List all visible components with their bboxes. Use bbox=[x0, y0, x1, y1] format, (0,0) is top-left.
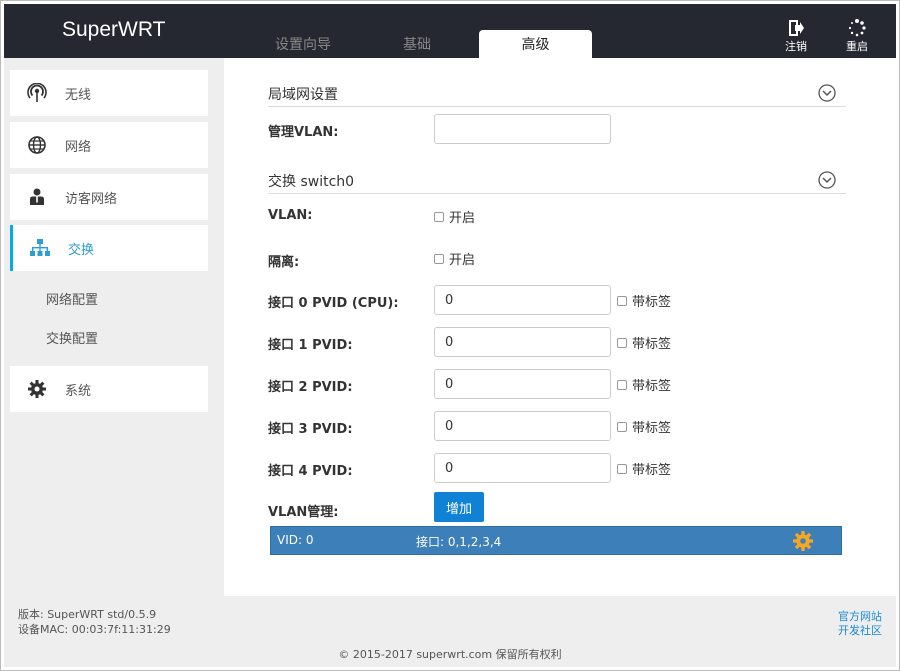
dev-community-link[interactable]: 开发社区 bbox=[838, 622, 882, 638]
divider bbox=[268, 193, 846, 194]
sidebar-item-system[interactable]: 系统 bbox=[10, 366, 208, 412]
checkbox-box[interactable] bbox=[617, 421, 627, 432]
vlan-ports: 接口: 0,1,2,3,4 bbox=[416, 535, 502, 549]
port-2-tagged-checkbox[interactable]: 带标签 bbox=[617, 375, 671, 394]
port-0-tagged-checkbox[interactable]: 带标签 bbox=[617, 291, 671, 310]
port-1-pvid-label: 接口 1 PVID: bbox=[268, 338, 353, 353]
port-3-pvid-label: 接口 3 PVID: bbox=[268, 422, 353, 437]
checkbox-label: 开启 bbox=[449, 253, 476, 268]
port-2-pvid-label: 接口 2 PVID: bbox=[268, 380, 353, 395]
firmware-version: 版本: SuperWRT std/0.5.9 bbox=[18, 608, 157, 621]
sidebar: 无线 网络 访客网络 交换 网络配置 交换配置 系统 bbox=[4, 58, 224, 596]
checkbox-label: 带标签 bbox=[632, 337, 672, 352]
add-vlan-button[interactable]: 增加 bbox=[434, 492, 484, 522]
checkbox-label: 带标签 bbox=[632, 379, 672, 394]
checkbox-box[interactable] bbox=[617, 463, 627, 474]
port-4-pvid-label: 接口 4 PVID: bbox=[268, 464, 353, 479]
sidebar-item-label: 无线 bbox=[65, 87, 92, 103]
brand-logo: SuperWRT bbox=[62, 18, 166, 41]
tab-advanced[interactable]: 高级 bbox=[479, 30, 592, 60]
guest-user-icon bbox=[27, 187, 47, 207]
section-title-switch: 交换 switch0 bbox=[268, 174, 355, 190]
checkbox-label: 开启 bbox=[449, 211, 476, 226]
sidebar-item-label: 交换 bbox=[68, 242, 95, 258]
chevron-down-icon[interactable] bbox=[818, 84, 836, 102]
isolation-label: 隔离: bbox=[268, 255, 300, 270]
divider bbox=[268, 106, 846, 107]
sidebar-subitem-network-config[interactable]: 网络配置 bbox=[46, 289, 98, 308]
port-4-pvid-input[interactable] bbox=[434, 453, 611, 483]
network-tree-icon bbox=[30, 238, 50, 258]
section-title-lan: 局域网设置 bbox=[268, 87, 338, 103]
sidebar-item-network[interactable]: 网络 bbox=[10, 122, 208, 168]
sidebar-item-label: 访客网络 bbox=[65, 191, 118, 207]
reboot-button[interactable]: 重启 bbox=[841, 18, 873, 54]
vlan-enable-checkbox[interactable]: 开启 bbox=[434, 207, 475, 226]
vlan-settings-gear-icon[interactable] bbox=[793, 531, 813, 551]
copyright-text: © 2015-2017 superwrt.com 保留所有权利 bbox=[338, 648, 562, 661]
wireless-icon bbox=[27, 83, 47, 103]
port-0-pvid-label: 接口 0 PVID (CPU): bbox=[268, 296, 399, 311]
checkbox-box[interactable] bbox=[434, 253, 444, 264]
mgmt-vlan-label: 管理VLAN: bbox=[268, 125, 339, 140]
port-1-pvid-input[interactable] bbox=[434, 327, 611, 357]
top-bar: SuperWRT 设置向导 基础 高级 注销 重启 bbox=[4, 4, 896, 60]
logout-icon bbox=[789, 20, 804, 36]
tab-basic[interactable]: 基础 bbox=[362, 30, 472, 60]
chevron-down-icon[interactable] bbox=[818, 171, 836, 189]
sidebar-item-label: 网络 bbox=[65, 139, 92, 155]
checkbox-label: 带标签 bbox=[632, 295, 672, 310]
sidebar-item-guest-network[interactable]: 访客网络 bbox=[10, 174, 208, 220]
sidebar-item-wireless[interactable]: 无线 bbox=[10, 70, 208, 116]
port-3-pvid-input[interactable] bbox=[434, 411, 611, 441]
vlan-management-label: VLAN管理: bbox=[268, 505, 339, 520]
logout-button[interactable]: 注销 bbox=[780, 18, 812, 54]
footer: 版本: SuperWRT std/0.5.9 设备MAC: 00:03:7f:1… bbox=[4, 596, 896, 667]
port-2-pvid-input[interactable] bbox=[434, 369, 611, 399]
device-mac: 设备MAC: 00:03:7f:11:31:29 bbox=[18, 623, 171, 636]
checkbox-box[interactable] bbox=[617, 379, 627, 390]
isolation-enable-checkbox[interactable]: 开启 bbox=[434, 249, 475, 268]
checkbox-label: 带标签 bbox=[632, 463, 672, 478]
port-3-tagged-checkbox[interactable]: 带标签 bbox=[617, 417, 671, 436]
checkbox-label: 带标签 bbox=[632, 421, 672, 436]
vlan-row[interactable]: VID: 0 接口: 0,1,2,3,4 bbox=[270, 526, 842, 555]
mgmt-vlan-input[interactable] bbox=[434, 114, 611, 144]
reboot-icon bbox=[848, 19, 866, 37]
sidebar-item-label: 系统 bbox=[65, 383, 92, 399]
logout-label: 注销 bbox=[785, 40, 807, 53]
checkbox-box[interactable] bbox=[617, 295, 627, 306]
checkbox-box[interactable] bbox=[434, 211, 444, 222]
vlan-id: VID: 0 bbox=[277, 533, 314, 547]
globe-icon bbox=[27, 135, 47, 155]
reboot-label: 重启 bbox=[846, 40, 868, 53]
sidebar-item-switch[interactable]: 交换 bbox=[10, 225, 208, 271]
vlan-label: VLAN: bbox=[268, 208, 313, 223]
checkbox-box[interactable] bbox=[617, 337, 627, 348]
port-4-tagged-checkbox[interactable]: 带标签 bbox=[617, 459, 671, 478]
gear-icon bbox=[27, 379, 47, 399]
sidebar-subitem-switch-config[interactable]: 交换配置 bbox=[46, 328, 98, 347]
port-1-tagged-checkbox[interactable]: 带标签 bbox=[617, 333, 671, 352]
port-0-pvid-input[interactable] bbox=[434, 285, 611, 315]
tab-setup-wizard[interactable]: 设置向导 bbox=[248, 30, 358, 60]
